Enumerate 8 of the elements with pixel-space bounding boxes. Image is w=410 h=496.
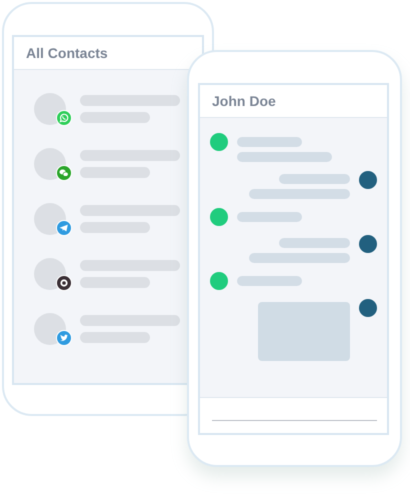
- placeholder-bar: [279, 174, 350, 184]
- input-field[interactable]: [200, 397, 387, 433]
- placeholder-bar: [237, 212, 302, 222]
- placeholder-bar: [279, 238, 350, 248]
- screen-title: John Doe: [212, 93, 276, 109]
- placeholder-bar: [237, 137, 302, 147]
- screen-title: All Contacts: [26, 45, 108, 61]
- placeholder-bar: [237, 276, 302, 286]
